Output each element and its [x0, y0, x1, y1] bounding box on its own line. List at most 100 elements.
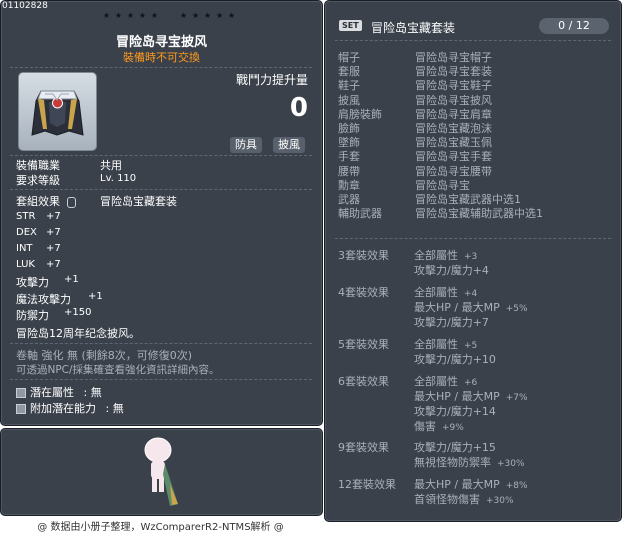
- tag-cape: 披風: [273, 137, 305, 153]
- set-part-slot: 臉飾: [338, 122, 360, 135]
- set-part-slot: 帽子: [338, 51, 360, 64]
- set-effect-text: 首領怪物傷害: [414, 493, 480, 506]
- divider: [10, 189, 312, 190]
- set-effect-value: +9%: [442, 423, 464, 433]
- set-effect-text: 全部屬性: [414, 286, 458, 299]
- set-effect-tier-label: 3套裝效果: [338, 249, 389, 262]
- item-tooltip-panel: ★ ★ ★ ★ ★ ★ ★ ★ ★ ★ 冒险岛寻宝披风 裝備時不可交換 戰鬥力提升量 0 防具 …: [0, 0, 323, 426]
- set-effect-tier-label: 5套裝效果: [338, 338, 389, 351]
- set-effect-line: 全部屬性 +4: [414, 284, 477, 300]
- set-effect-name: 冒险岛宝藏套装: [100, 195, 177, 208]
- item-id: 01102828: [2, 1, 48, 11]
- divider: [335, 40, 611, 41]
- set-count: 0 / 12: [539, 18, 609, 34]
- potential-icon: [16, 388, 26, 398]
- divider: [10, 155, 312, 156]
- star-icon: ★: [150, 11, 160, 20]
- star-icon: ★: [114, 11, 124, 20]
- character-preview-panel: [0, 428, 323, 516]
- stat-magic-attack: 魔法攻擊力 +1: [16, 291, 103, 306]
- set-effect-value: +7%: [505, 393, 528, 403]
- set-effect-line: 攻擊力/魔力+10: [414, 351, 502, 367]
- set-effect-value: +5%: [505, 304, 528, 314]
- req-level-value: Lv. 110: [100, 173, 137, 184]
- scroll-info: 卷軸 強化 無 (剩餘8次，可修復0次): [16, 349, 193, 362]
- set-part-slot: 墜飾: [338, 136, 360, 150]
- stat-attack: 攻擊力 +1: [16, 274, 79, 289]
- set-part-row: 輔助武器 冒险岛宝藏辅助武器中选1: [338, 205, 543, 221]
- set-effect-text: 攻擊力/魔力+15: [414, 441, 496, 454]
- additional-potential-icon: [16, 404, 26, 414]
- set-effect-tier-label: 12套裝效果: [338, 478, 396, 491]
- item-name: 冒险岛寻宝披风: [115, 35, 207, 50]
- set-effect-row: 套組效果 冒险岛宝藏套装: [16, 193, 177, 209]
- set-effect-text: 無視怪物防禦率: [414, 456, 491, 469]
- set-part-slot: 披風: [338, 93, 360, 107]
- star-icon: ★: [204, 11, 213, 20]
- set-effect-text: 全部屬性: [414, 338, 458, 351]
- character-preview-icon: [144, 437, 178, 506]
- star-icon: ★: [138, 11, 148, 20]
- set-effect-tier-label: 4套裝效果: [338, 286, 389, 299]
- set-effect-label: 套組效果: [16, 195, 60, 208]
- req-level-label: 要求等級: [16, 174, 60, 187]
- set-effect-value: +4: [464, 289, 478, 299]
- set-part-slot: 手套: [338, 150, 360, 164]
- set-effect-line: 全部屬性 +3: [414, 247, 477, 263]
- set-effect-tier-label: 9套裝效果: [338, 441, 389, 454]
- stat-str: STR +7: [16, 211, 61, 222]
- set-effect-line: 攻擊力/魔力+15: [414, 439, 502, 455]
- set-part-slot: 肩膀裝飾: [338, 107, 382, 121]
- set-effect-line: 全部屬性 +5: [414, 336, 477, 352]
- set-effect-text: 全部屬性: [414, 375, 458, 388]
- additional-potential-row: 附加潛在能力 : 無: [16, 400, 124, 416]
- req-job-value: 共用: [100, 159, 122, 172]
- combat-power-label: 戰鬥力提升量: [235, 73, 308, 87]
- set-panel: SET 冒险岛宝藏套装 0 / 12 帽子 冒险岛寻宝帽子 套服 冒险岛寻宝套装 鞋子冒…: [324, 0, 622, 522]
- divider: [10, 343, 312, 344]
- set-part-slot: 套服: [338, 65, 360, 79]
- set-effect-line: 全部屬性 +6: [414, 373, 477, 389]
- star-icon: ★: [180, 11, 189, 20]
- set-effect-line: 無視怪物防禦率 +30%: [414, 454, 525, 470]
- footer-credit: @ 数据由小册子整理，WzComparerR2-NTMS解析 @: [37, 522, 284, 533]
- set-part-slot: 勳章: [338, 178, 360, 192]
- divider: [335, 238, 611, 239]
- set-effect-text: 最大HP / 最大MP: [414, 301, 500, 314]
- trade-note: 裝備時不可交換: [123, 51, 200, 64]
- set-effect-value: +3: [464, 252, 478, 262]
- set-part-slot: 武器: [338, 193, 360, 206]
- stat-int: INT +7: [16, 243, 61, 254]
- set-effect-value: +8%: [505, 481, 528, 491]
- set-effect-tier-label: 6套裝效果: [338, 375, 389, 388]
- set-effect-text: 攻擊力/魔力+10: [414, 353, 496, 366]
- star-icon: ★: [102, 11, 112, 20]
- combat-power-value: 0: [289, 93, 308, 123]
- set-part-slot: 鞋子: [338, 79, 360, 93]
- star-icon: ★: [126, 11, 136, 20]
- star-icon: ★: [192, 11, 201, 20]
- req-job-row: 裝備職業 共用: [16, 157, 122, 173]
- potential-row: 潛在屬性 : 無: [16, 384, 102, 400]
- npc-info: 可透過NPC/採集確查看強化資訊詳細內容。: [16, 364, 220, 376]
- star-force-row: ★ ★ ★ ★ ★ ★ ★ ★ ★ ★: [101, 11, 235, 20]
- set-effect-line: 最大HP / 最大MP +7%: [414, 388, 528, 404]
- divider: [10, 379, 312, 380]
- set-effect-text: 最大HP / 最大MP: [414, 390, 500, 403]
- stat-defense: 防禦力 +150: [16, 307, 92, 322]
- set-part-item: 冒险岛宝藏辅助武器中选1: [415, 207, 543, 221]
- set-effect-value: +6: [464, 378, 478, 388]
- set-name: 冒险岛宝藏套装: [371, 21, 456, 35]
- set-effect-line: 攻擊力/魔力+4: [414, 262, 495, 278]
- req-level-row: 要求等級 Lv. 110: [16, 172, 136, 188]
- set-effect-text: 全部屬性: [414, 249, 458, 262]
- set-effect-line: 攻擊力/魔力+14: [414, 403, 502, 419]
- set-effect-line: 首領怪物傷害 +30%: [414, 491, 514, 507]
- set-effect-text: 最大HP / 最大MP: [414, 478, 500, 491]
- set-effect-value: +30%: [486, 496, 514, 506]
- item-description: 冒险岛12周年纪念披风。: [16, 327, 140, 340]
- tag-armor: 防具: [230, 137, 262, 153]
- req-job-label: 裝備職業: [16, 159, 60, 172]
- set-effect-line: 傷害 +9%: [414, 418, 464, 434]
- set-effect-text: 攻擊力/魔力+4: [414, 264, 489, 277]
